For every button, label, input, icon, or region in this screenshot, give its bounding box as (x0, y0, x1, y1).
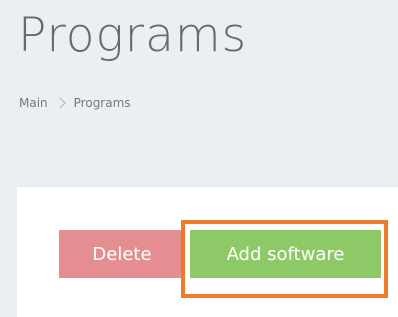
breadcrumb-item-programs: Programs (73, 96, 131, 110)
breadcrumb-item-main[interactable]: Main (19, 96, 48, 110)
breadcrumb: Main Programs (19, 94, 131, 112)
chevron-right-icon (53, 97, 66, 109)
page-title: Programs (18, 8, 248, 63)
add-software-button[interactable]: Add software (190, 230, 381, 278)
delete-button[interactable]: Delete (59, 230, 185, 278)
